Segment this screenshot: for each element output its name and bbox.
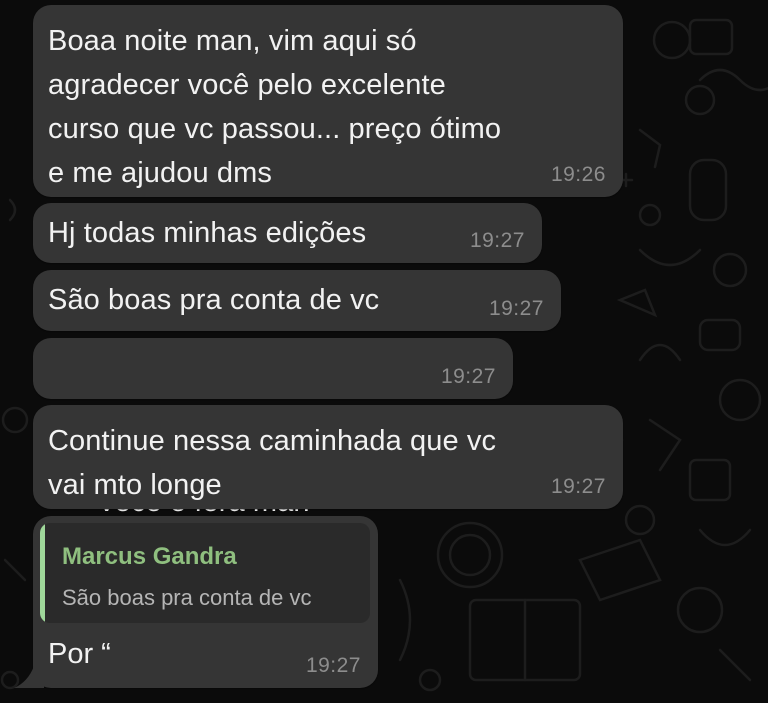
message-time: 19:26 bbox=[550, 163, 606, 186]
quote-author: Marcus Gandra bbox=[62, 543, 237, 570]
message-bubble[interactable]: Você é fera man 19:27 bbox=[33, 338, 513, 518]
message-bubble[interactable]: São boas pra conta de vc 19:27 bbox=[33, 270, 561, 331]
message-time: 19:27 bbox=[550, 475, 606, 498]
message-bubble[interactable]: Hj todas minhas edições 19:27 bbox=[33, 203, 542, 263]
quoted-message[interactable]: Marcus Gandra São boas pra conta de vc bbox=[40, 523, 370, 623]
chat-thread: Boaa noite man, vim aqui só agradecer vo… bbox=[0, 0, 768, 703]
message-time: 19:27 bbox=[469, 229, 525, 252]
message-text: Boaa noite man, vim aqui só agradecer vo… bbox=[48, 25, 502, 189]
message-text: Hj todas minhas edições bbox=[48, 217, 367, 249]
message-text: São boas pra conta de vc bbox=[48, 284, 380, 316]
message-text: Continue nessa caminhada que vc vai mto … bbox=[48, 425, 497, 501]
message-bubble[interactable]: Boaa noite man, vim aqui só agradecer vo… bbox=[33, 5, 623, 197]
message-time: 19:27 bbox=[440, 365, 496, 388]
quote-text: São boas pra conta de vc bbox=[62, 585, 312, 610]
message-time: 19:27 bbox=[305, 654, 361, 677]
reply-message-bubble[interactable]: Marcus Gandra São boas pra conta de vc P… bbox=[33, 516, 378, 688]
bubble-tail-icon bbox=[14, 666, 44, 688]
message-bubble[interactable]: Continue nessa caminhada que vc vai mto … bbox=[33, 405, 623, 509]
message-time: 19:27 bbox=[488, 297, 544, 320]
quote-accent-bar bbox=[40, 523, 45, 623]
message-text: Por “ bbox=[48, 638, 111, 670]
